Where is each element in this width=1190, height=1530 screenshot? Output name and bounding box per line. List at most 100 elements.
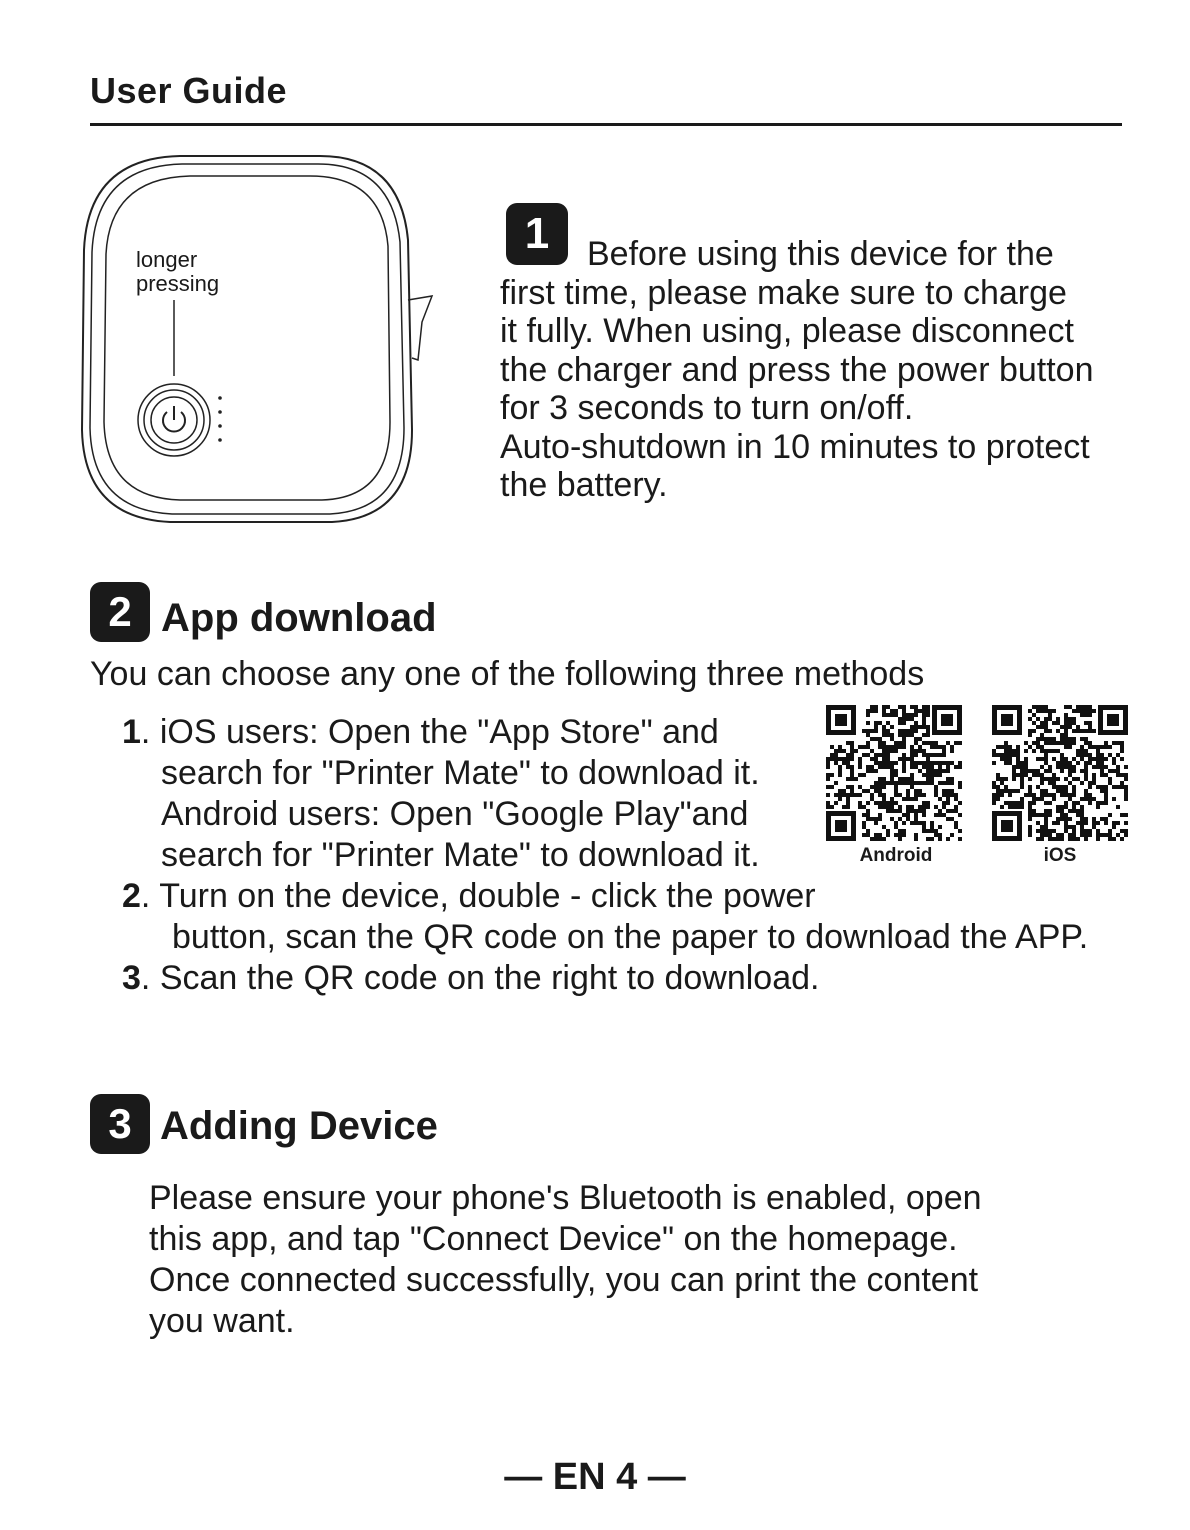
qr-module <box>1100 765 1104 769</box>
qr-module <box>882 733 886 737</box>
qr-module <box>910 745 914 749</box>
qr-module <box>1064 813 1068 817</box>
qr-module <box>1072 769 1076 773</box>
qr-module <box>954 793 958 797</box>
qr-module <box>886 809 890 813</box>
qr-module <box>1092 773 1096 777</box>
list-item-2-line1: 2. Turn on the device, double - click th… <box>122 877 816 915</box>
qr-module <box>934 769 938 773</box>
qr-module <box>910 777 914 781</box>
qr-module <box>1028 785 1032 789</box>
qr-module <box>1052 797 1056 801</box>
qr-module <box>1060 837 1064 841</box>
indicator-led <box>218 396 222 400</box>
page-number: — EN 4 — <box>504 1456 686 1498</box>
qr-module <box>846 805 850 809</box>
qr-module <box>914 721 918 725</box>
paper-slot <box>407 295 434 362</box>
qr-module <box>1076 749 1080 753</box>
qr-module <box>922 765 926 769</box>
qr-module <box>958 765 962 769</box>
qr-module <box>1116 741 1120 745</box>
qr-module <box>1040 789 1044 793</box>
qr-module <box>1056 833 1060 837</box>
qr-module <box>878 741 882 745</box>
qr-module <box>866 721 870 725</box>
qr-module <box>938 781 942 785</box>
qr-module <box>954 765 958 769</box>
qr-module <box>838 749 842 753</box>
qr-module <box>894 833 898 837</box>
qr-module <box>1020 785 1024 789</box>
qr-module <box>1008 801 1012 805</box>
qr-module <box>950 749 954 753</box>
qr-module <box>914 837 918 841</box>
qr-module <box>914 833 918 837</box>
qr-module <box>1104 801 1108 805</box>
qr-module <box>1020 781 1024 785</box>
qr-module <box>1124 821 1128 825</box>
power-button-label: longer pressing <box>136 247 220 296</box>
qr-module <box>838 769 842 773</box>
qr-module <box>846 757 850 761</box>
qr-module <box>902 745 906 749</box>
qr-module <box>1076 837 1080 841</box>
qr-module <box>1060 789 1064 793</box>
qr-module <box>894 825 898 829</box>
qr-module <box>918 761 922 765</box>
qr-module <box>1104 757 1108 761</box>
qr-module <box>930 761 934 765</box>
ios-qr-code[interactable] <box>990 703 1130 843</box>
qr-module <box>1040 773 1044 777</box>
qr-module <box>1044 789 1048 793</box>
qr-module <box>1056 785 1060 789</box>
qr-module <box>1052 793 1056 797</box>
qr-module <box>870 837 874 841</box>
qr-module <box>882 741 886 745</box>
qr-module <box>878 777 882 781</box>
qr-module <box>898 733 902 737</box>
qr-module <box>878 765 882 769</box>
qr-module <box>1016 749 1020 753</box>
qr-module <box>950 789 954 793</box>
qr-module <box>1108 777 1112 781</box>
android-qr-code[interactable] <box>824 703 964 843</box>
qr-module <box>890 745 894 749</box>
qr-module <box>1000 805 1004 809</box>
qr-module <box>1040 737 1044 741</box>
qr-module <box>1092 729 1096 733</box>
qr-module <box>1072 837 1076 841</box>
qr-module <box>922 773 926 777</box>
qr-module <box>878 761 882 765</box>
qr-module <box>1012 789 1016 793</box>
qr-module <box>894 769 898 773</box>
qr-module <box>882 729 886 733</box>
qr-module <box>886 713 890 717</box>
qr-module <box>1068 837 1072 841</box>
qr-module <box>866 809 870 813</box>
qr-module <box>1076 753 1080 757</box>
qr-module <box>902 729 906 733</box>
qr-module <box>882 709 886 713</box>
qr-module <box>1112 837 1116 841</box>
qr-module <box>870 817 874 821</box>
qr-module <box>894 785 898 789</box>
qr-module <box>958 813 962 817</box>
qr-module <box>890 797 894 801</box>
qr-module <box>882 705 886 709</box>
qr-module <box>1044 809 1048 813</box>
qr-module <box>862 805 866 809</box>
qr-module <box>1068 741 1072 745</box>
qr-module <box>1064 789 1068 793</box>
qr-module <box>938 809 942 813</box>
qr-module <box>1080 781 1084 785</box>
qr-module <box>846 785 850 789</box>
qr-module <box>1080 769 1084 773</box>
qr-module <box>1040 781 1044 785</box>
qr-module <box>918 805 922 809</box>
qr-module <box>910 717 914 721</box>
qr-module <box>1048 837 1052 841</box>
qr-module <box>946 761 950 765</box>
qr-module <box>866 733 870 737</box>
qr-module <box>1092 817 1096 821</box>
